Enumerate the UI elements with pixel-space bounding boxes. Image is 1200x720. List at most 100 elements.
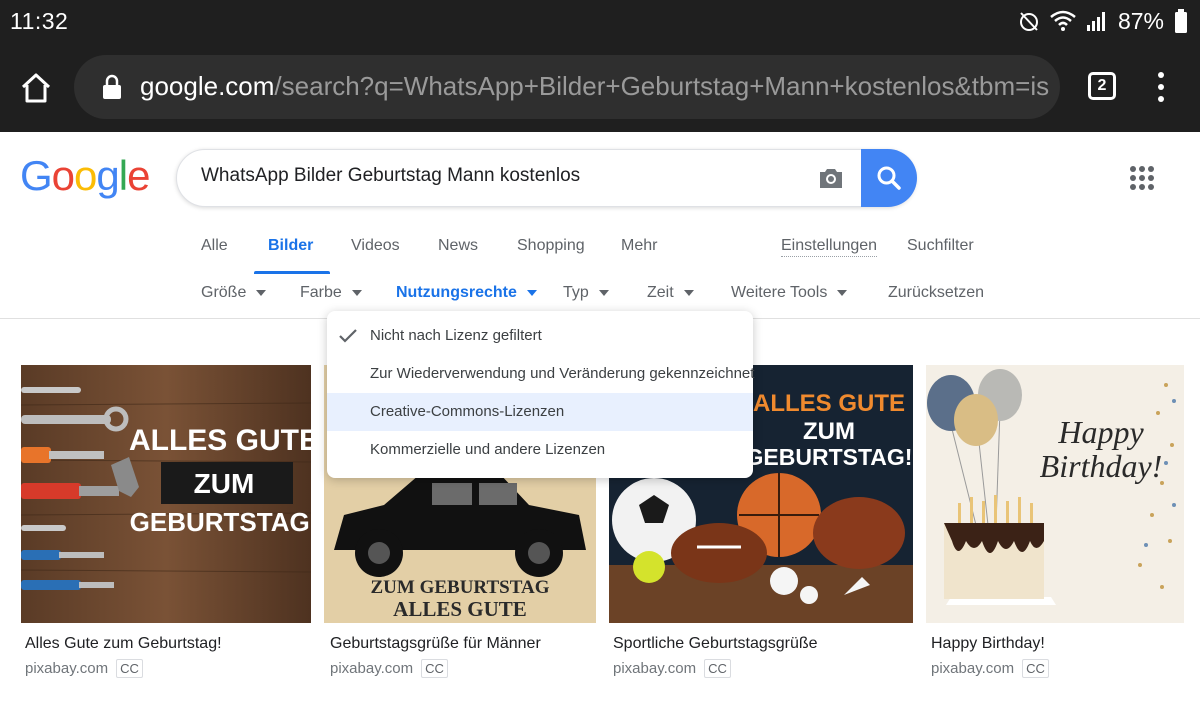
status-icons: 87% <box>1018 6 1188 36</box>
source-domain: pixabay.com <box>25 660 109 677</box>
chevron-down-icon <box>683 290 694 296</box>
cc-badge: CC <box>1022 659 1049 678</box>
tab-switcher-button[interactable]: 2 <box>1088 72 1116 100</box>
url-host: google.com <box>140 71 275 101</box>
settings-label: Einstellungen <box>781 237 878 257</box>
tool-label: Typ <box>563 284 589 301</box>
result-source: pixabay.com CC <box>931 659 1049 678</box>
search-button[interactable] <box>861 149 917 207</box>
chevron-down-icon <box>256 290 267 296</box>
result-source: pixabay.com CC <box>330 659 448 678</box>
tab-videos[interactable]: Videos <box>351 237 400 255</box>
settings-link[interactable]: Einstellungen <box>781 237 878 257</box>
menu-item-label: Nicht nach Lizenz gefiltert <box>370 327 542 344</box>
menu-item-label: Creative-Commons-Lizenzen <box>370 403 565 420</box>
battery-percent: 87% <box>1117 7 1164 34</box>
menu-item-label: Kommerzielle und andere Lizenzen <box>370 441 606 458</box>
image-text: ALLES GUTE <box>393 597 527 621</box>
usage-rights-menu: Nicht nach Lizenz gefiltert Zur Wiederve… <box>327 311 755 478</box>
logo-letter: o <box>74 152 97 199</box>
home-button[interactable] <box>16 68 56 108</box>
google-logo[interactable]: Google <box>20 152 150 200</box>
source-domain: pixabay.com <box>613 660 697 677</box>
cc-badge: CC <box>421 659 448 678</box>
url-text: google.com/search?q=WhatsApp+Bilder+Gebu… <box>140 71 1050 102</box>
menu-item-label: Zur Wiederverwendung und Veränderung gek… <box>370 365 755 382</box>
apps-grid-icon[interactable] <box>1130 166 1154 190</box>
image-text: ZUM <box>194 468 255 499</box>
result-image[interactable]: Happy Birthday! <box>926 365 1184 623</box>
search-box <box>176 149 917 207</box>
url-path: /search?q=WhatsApp+Bilder+Geburtstag+Man… <box>274 71 1050 101</box>
tab-alle[interactable]: Alle <box>201 237 228 255</box>
image-text: ALLES GUTE <box>129 424 311 457</box>
chevron-down-icon <box>837 290 848 296</box>
image-text: ZUM <box>803 418 855 445</box>
active-tab-indicator <box>254 271 330 274</box>
logo-letter: g <box>96 152 119 199</box>
menu-dot <box>1158 96 1164 102</box>
camera-icon[interactable] <box>817 164 845 192</box>
chevron-down-icon <box>526 290 537 296</box>
menu-item-creative-commons[interactable]: Creative-Commons-Lizenzen <box>327 393 753 431</box>
tool-usage-rights-dropdown[interactable]: Nutzungsrechte <box>396 284 537 302</box>
tool-type-dropdown[interactable]: Typ <box>563 284 609 302</box>
search-filter-link[interactable]: Suchfilter <box>907 237 974 255</box>
tool-label: Größe <box>201 284 247 301</box>
tool-label: Zeit <box>647 284 674 301</box>
reset-button[interactable]: Zurücksetzen <box>888 284 984 302</box>
signal-icon <box>1086 12 1105 31</box>
logo-letter: o <box>51 152 75 199</box>
search-icon <box>877 166 901 190</box>
search-results-page: Google Alle Bilder Videos News Shopping … <box>0 132 1200 720</box>
tool-more-tools-dropdown[interactable]: Weitere Tools <box>731 284 848 302</box>
tool-label: Nutzungsrechte <box>396 284 517 301</box>
cc-badge: CC <box>704 659 731 678</box>
tab-mehr[interactable]: Mehr <box>621 237 657 255</box>
search-input[interactable] <box>201 165 801 187</box>
result-card[interactable]: ALLES GUTE ZUM GEBURTSTAG! Alles Gute zu… <box>20 365 319 678</box>
tab-news[interactable]: News <box>438 237 478 255</box>
tool-label: Farbe <box>300 284 342 301</box>
tool-label: Weitere Tools <box>731 284 828 301</box>
result-title[interactable]: Alles Gute zum Geburtstag! <box>25 635 222 653</box>
status-bar: 11:32 87% <box>0 0 1200 42</box>
result-title[interactable]: Sportliche Geburtstagsgrüße <box>613 635 818 653</box>
result-title[interactable]: Geburtstagsgrüße für Männer <box>330 635 541 653</box>
result-title[interactable]: Happy Birthday! <box>931 635 1045 653</box>
image-text: GEBURTSTAG! <box>746 444 913 470</box>
logo-letter: l <box>118 152 128 199</box>
cc-badge: CC <box>116 659 143 678</box>
tool-size-dropdown[interactable]: Größe <box>201 284 267 302</box>
result-image[interactable]: ALLES GUTE ZUM GEBURTSTAG! <box>20 365 319 623</box>
address-bar[interactable]: google.com/search?q=WhatsApp+Bilder+Gebu… <box>74 55 1060 119</box>
tab-bilder[interactable]: Bilder <box>268 237 313 255</box>
source-domain: pixabay.com <box>330 660 414 677</box>
tab-shopping[interactable]: Shopping <box>517 237 585 255</box>
menu-item-commercial[interactable]: Kommerzielle und andere Lizenzen <box>327 431 753 469</box>
result-source: pixabay.com CC <box>613 659 731 678</box>
status-time: 11:32 <box>10 8 69 34</box>
lock-icon <box>103 74 121 99</box>
menu-item-not-filtered[interactable]: Nicht nach Lizenz gefiltert <box>327 317 753 355</box>
logo-letter: e <box>127 152 150 199</box>
result-card[interactable]: Happy Birthday! Happy Birthday! pixabay.… <box>926 365 1184 678</box>
menu-dot <box>1158 72 1164 78</box>
browser-toolbar: google.com/search?q=WhatsApp+Bilder+Gebu… <box>0 42 1200 132</box>
battery-icon <box>1175 9 1187 33</box>
source-domain: pixabay.com <box>931 660 1015 677</box>
tool-time-dropdown[interactable]: Zeit <box>647 284 694 302</box>
image-text: GEBURTSTAG! <box>130 507 311 537</box>
menu-dot <box>1158 84 1164 90</box>
logo-letter: G <box>20 152 53 199</box>
image-text: ALLES GUTE <box>753 390 905 417</box>
browser-menu-button[interactable] <box>1148 70 1174 104</box>
menu-item-reuse-modify[interactable]: Zur Wiederverwendung und Veränderung gek… <box>327 355 755 393</box>
home-icon <box>21 73 51 103</box>
image-text: Birthday! <box>1040 448 1163 484</box>
result-source: pixabay.com CC <box>25 659 143 678</box>
tool-color-dropdown[interactable]: Farbe <box>300 284 362 302</box>
image-text: ZUM GEBURTSTAG <box>371 577 550 598</box>
alarm-off-icon <box>1019 12 1038 31</box>
checkmark-icon <box>339 329 357 343</box>
